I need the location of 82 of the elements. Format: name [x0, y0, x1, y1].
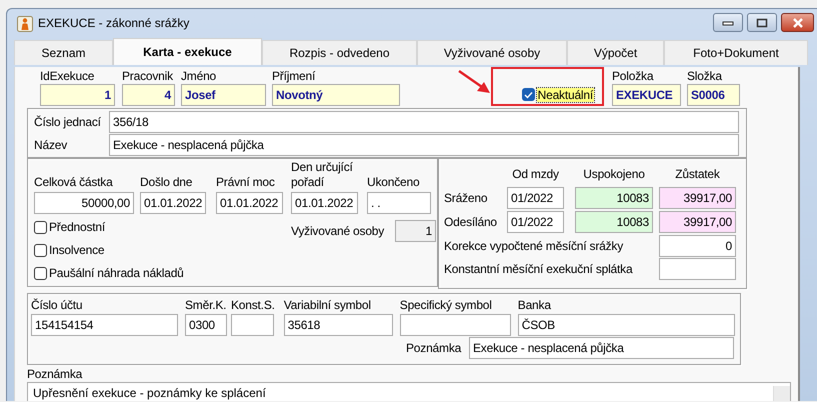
field-label: Poznámka [406, 340, 462, 356]
field-label: Ukončeno [367, 175, 420, 190]
text-field[interactable]: 39917,00 [659, 187, 736, 209]
text-field[interactable]: EXEKUCE [612, 84, 681, 106]
text-field[interactable]: 01.01.2022 [216, 192, 283, 214]
tab[interactable]: Vyživované osoby [417, 40, 567, 65]
text-field[interactable]: 0 [659, 235, 736, 257]
checkbox-label: Paušální náhrada nákladů [49, 266, 184, 281]
text-field[interactable] [659, 258, 736, 280]
app-icon [17, 16, 33, 32]
field-label: Právní moc [216, 175, 275, 190]
checkbox-label: Insolvence [49, 243, 104, 258]
field-label: Pracovnik [122, 69, 174, 84]
field-label: Banka [518, 297, 552, 314]
checkbox[interactable] [34, 244, 47, 257]
text-field[interactable]: ČSOB [518, 314, 735, 336]
field-label: Poznámka [27, 367, 84, 382]
text-field[interactable]: 39917,00 [659, 211, 736, 233]
column-header: Od mzdy [511, 166, 560, 182]
field-label: Položka [612, 69, 654, 84]
field-label: Korekce vypočtené měsíční srážky [444, 238, 624, 254]
text-field[interactable]: 1 [395, 220, 436, 242]
text-field[interactable]: 10083 [575, 187, 653, 209]
text-field[interactable]: 01.01.2022 [291, 192, 358, 214]
checkbox-label: Přednostní [49, 220, 106, 235]
tab[interactable]: Rozpis - odvedeno [262, 40, 417, 65]
text-field[interactable]: 01/2022 [507, 211, 564, 233]
column-header: Zůstatek [674, 166, 721, 182]
text-field[interactable]: 35618 [284, 314, 393, 336]
text-field[interactable]: 1 [40, 84, 115, 106]
note-text: Upřesnění exekuce - poznámky ke splácení [33, 386, 266, 401]
minimize-icon [722, 20, 734, 26]
field-label: Den určující pořadí [291, 160, 354, 190]
field-label: Číslo účtu [31, 297, 84, 314]
text-field[interactable] [400, 314, 511, 336]
field-label: Vyživované osoby [291, 224, 386, 238]
checkbox[interactable] [34, 221, 47, 234]
text-field[interactable]: Josef [181, 84, 266, 106]
text-field[interactable] [231, 314, 274, 336]
checkbox-label: Neaktuální [536, 88, 594, 102]
text-field[interactable]: Exekuce - nesplacená půjčka [469, 337, 734, 359]
column-header: Uspokojeno [582, 166, 646, 182]
field-label: Příjmení [272, 69, 316, 84]
field-label: Sráženo [444, 190, 488, 206]
field-label: Variabilní symbol [284, 297, 372, 314]
text-field[interactable]: 10083 [575, 211, 653, 233]
checkbox[interactable] [522, 88, 535, 102]
close-icon [792, 18, 804, 28]
field-label: Směr.K. [185, 297, 227, 314]
text-field[interactable]: Novotný [272, 84, 400, 106]
text-field[interactable]: S0006 [687, 84, 740, 106]
field-label: Název [34, 138, 68, 152]
field-label: Specifický symbol [400, 297, 493, 314]
close-button[interactable] [781, 13, 814, 32]
maximize-icon [756, 18, 768, 28]
field-label: Celková částka [34, 175, 113, 190]
field-label: Odesíláno [444, 214, 498, 230]
text-field[interactable]: . . [367, 192, 431, 214]
field-label: Došlo dne [140, 175, 192, 190]
field-label: Číslo jednací [34, 114, 102, 130]
maximize-button[interactable] [747, 13, 777, 32]
tab[interactable]: Výpočet [567, 40, 664, 65]
tab[interactable]: Foto+Dokument [664, 40, 808, 65]
window-title: EXEKUCE - zákonné srážky [38, 16, 190, 31]
minimize-button[interactable] [713, 13, 743, 32]
text-field[interactable]: 01/2022 [507, 187, 564, 209]
tab[interactable]: Karta - exekuce [113, 38, 262, 65]
text-area[interactable]: Upřesnění exekuce - poznámky ke splácení [27, 382, 791, 401]
text-field[interactable]: 4 [122, 84, 175, 106]
text-field[interactable]: 0300 [185, 314, 227, 336]
field-label: Složka [687, 69, 723, 84]
text-field[interactable]: Exekuce - nesplacená půjčka [109, 134, 739, 156]
checkbox[interactable] [34, 267, 47, 280]
field-label: Konstantní měsíční exekuční splátka [444, 262, 634, 276]
text-field[interactable]: 154154154 [31, 314, 178, 336]
text-field[interactable]: 356/18 [109, 111, 739, 133]
field-label: IdExekuce [40, 69, 96, 84]
text-field[interactable]: 50000,00 [34, 192, 134, 214]
field-label: Konst.S. [231, 297, 275, 314]
field-label: Jméno [181, 69, 218, 84]
text-field[interactable]: 01.01.2022 [140, 192, 206, 214]
tab[interactable]: Seznam [14, 40, 113, 65]
